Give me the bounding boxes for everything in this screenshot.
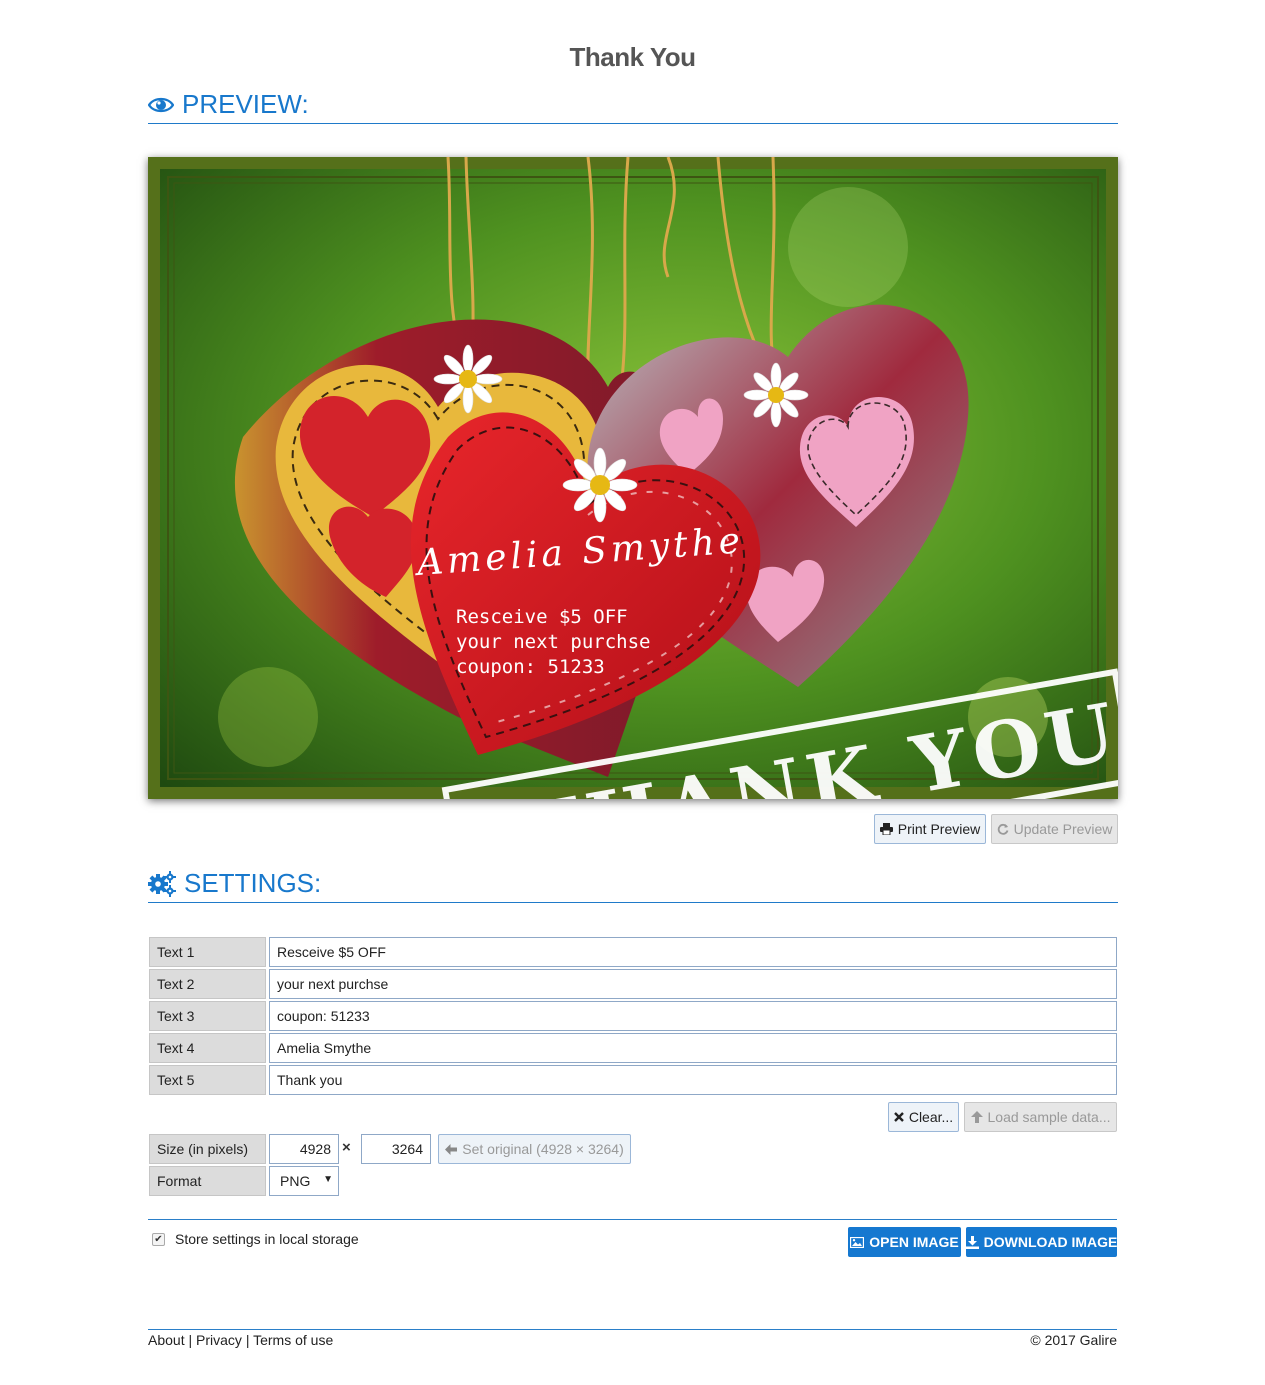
print-preview-button[interactable]: Print Preview [874, 814, 986, 844]
update-preview-label: Update Preview [1013, 821, 1113, 837]
privacy-link[interactable]: Privacy [196, 1332, 242, 1348]
card-line-2: your next purchse [456, 631, 650, 653]
image-icon [850, 1236, 865, 1248]
open-image-button[interactable]: OPEN IMAGE [848, 1227, 961, 1257]
download-image-label: DOWNLOAD IMAGE [983, 1234, 1118, 1250]
text-2-label: Text 2 [149, 969, 266, 999]
text-3-label: Text 3 [149, 1001, 266, 1031]
open-image-label: OPEN IMAGE [869, 1234, 959, 1250]
text-2-input[interactable] [269, 969, 1117, 999]
download-image-button[interactable]: DOWNLOAD IMAGE [965, 1227, 1118, 1257]
text-3-input[interactable] [269, 1001, 1117, 1031]
update-preview-button[interactable]: Update Preview [991, 814, 1118, 844]
width-input[interactable] [269, 1134, 339, 1164]
text-1-input[interactable] [269, 937, 1117, 967]
clear-button[interactable]: Clear... [888, 1102, 959, 1132]
format-select[interactable]: PNG ▼ [269, 1166, 339, 1196]
footer-separator: | [245, 1332, 250, 1348]
load-sample-data-button[interactable]: Load sample data... [964, 1102, 1117, 1132]
page-title: Thank You [569, 42, 697, 72]
store-settings-checkbox[interactable]: ✔ [152, 1232, 165, 1246]
print-preview-label: Print Preview [897, 821, 981, 837]
settings-heading-label: SETTINGS: [184, 868, 322, 898]
x-icon [893, 1112, 904, 1122]
clear-label: Clear... [908, 1109, 954, 1125]
format-value: PNG [280, 1173, 311, 1189]
footer-separator: | [188, 1332, 193, 1348]
set-original-label: Set original (4928 × 3264) [462, 1141, 624, 1157]
text-1-label: Text 1 [149, 937, 266, 967]
store-settings-option[interactable]: ✔ Store settings in local storage [152, 1231, 359, 1247]
preview-heading-label: PREVIEW: [182, 89, 309, 119]
text-4-input[interactable] [269, 1033, 1117, 1063]
terms-link[interactable]: Terms of use [253, 1332, 333, 1348]
store-settings-label: Store settings in local storage [175, 1231, 359, 1247]
settings-heading: SETTINGS: [148, 865, 1118, 903]
text-4-label: Text 4 [149, 1033, 266, 1063]
footer-divider [148, 1329, 1117, 1330]
set-original-button[interactable]: Set original (4928 × 3264) [438, 1134, 631, 1164]
card-line-1: Resceive $5 OFF [456, 606, 628, 628]
preview-heading: PREVIEW: [148, 86, 1118, 124]
refresh-icon [997, 823, 1009, 835]
caret-down-icon: ▼ [323, 1174, 333, 1185]
height-input[interactable] [361, 1134, 431, 1164]
gears-icon [148, 870, 176, 897]
text-5-label: Text 5 [149, 1065, 266, 1095]
about-link[interactable]: About [148, 1332, 185, 1348]
format-label: Format [149, 1166, 266, 1196]
text-5-input[interactable] [269, 1065, 1117, 1095]
card-preview: Amelia Smythe Resceive $5 OFF your next … [148, 157, 1118, 799]
eye-icon [148, 95, 174, 115]
print-icon [879, 823, 893, 835]
size-label: Size (in pixels) [149, 1134, 266, 1164]
copyright: © 2017 Galire [1030, 1332, 1117, 1348]
footer-links: About | Privacy | Terms of use [148, 1332, 333, 1348]
times-symbol: × [342, 1139, 351, 1156]
divider [148, 1219, 1117, 1220]
card-line-3: coupon: 51233 [456, 656, 605, 678]
arrow-up-icon [970, 1111, 983, 1123]
download-icon [965, 1235, 979, 1249]
arrow-left-icon [445, 1143, 458, 1155]
load-sample-label: Load sample data... [987, 1109, 1111, 1125]
